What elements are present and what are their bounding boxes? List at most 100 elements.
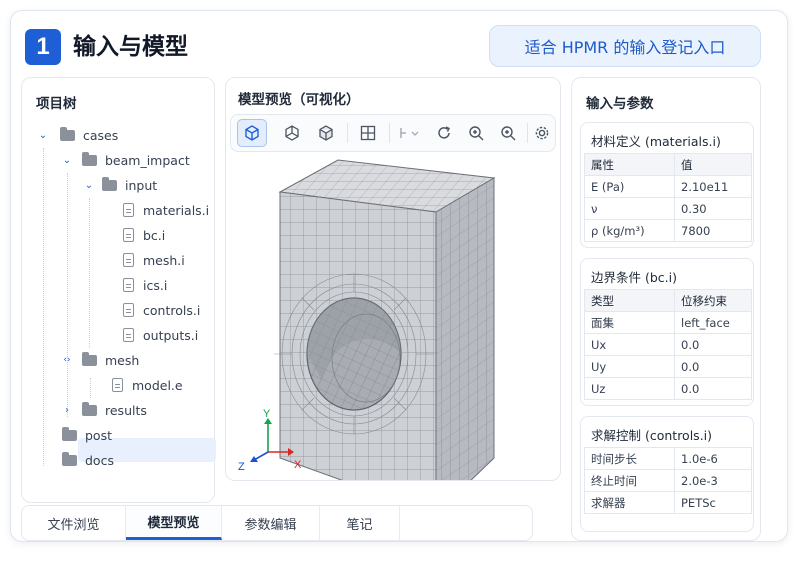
param-value[interactable]: 0.30 [674, 197, 752, 220]
tree-item-controls[interactable]: controls.i [123, 299, 200, 321]
param-value[interactable]: 0.0 [674, 333, 752, 356]
slice-dropdown[interactable] [393, 119, 427, 147]
tree-item-mesh-i[interactable]: mesh.i [123, 249, 185, 271]
tab-param-editor[interactable]: 参数编辑 [222, 506, 320, 540]
view-3d-icon [245, 125, 259, 141]
param-key: 面集 [584, 311, 675, 334]
view-front-icon [285, 125, 299, 141]
tree-item-cases[interactable]: ⌄ cases [36, 124, 118, 146]
chevron-down-icon[interactable]: ⌄ [36, 130, 50, 141]
page-title: 输入与模型 [73, 34, 188, 60]
param-key: Ux [584, 333, 675, 356]
table-row[interactable]: 面集 left_face [584, 311, 752, 334]
file-icon [123, 253, 134, 267]
view-front-button[interactable] [277, 119, 307, 147]
tree-item-mesh[interactable]: ‹› mesh [60, 349, 139, 371]
zoom-in-button[interactable] [461, 119, 491, 147]
table-header-row: 类型 位移约束 [584, 289, 752, 312]
zoom-in-icon [469, 126, 484, 141]
param-key: Uy [584, 355, 675, 378]
tree-item-outputs[interactable]: outputs.i [123, 324, 198, 346]
param-value[interactable]: PETSc [674, 491, 752, 514]
tree-item-input[interactable]: ⌄ input [82, 174, 157, 196]
tree-item-label: mesh.i [143, 252, 185, 268]
param-value[interactable]: 1.0e-6 [674, 447, 752, 470]
param-value[interactable]: 2.0e-3 [674, 469, 752, 492]
tab-notes[interactable]: 笔记 [320, 506, 400, 540]
param-value[interactable]: 2.10e11 [674, 175, 752, 198]
expand-toggle-icon[interactable]: ‹› [60, 355, 74, 365]
tab-model-preview[interactable]: 模型预览 [126, 506, 222, 540]
grid-icon [360, 125, 376, 141]
header-info-pill: 适合 HPMR 的输入登记入口 [489, 25, 761, 67]
tab-file-browser[interactable]: 文件浏览 [22, 506, 126, 540]
param-key: Uz [584, 377, 675, 400]
table-row[interactable]: E (Pa) 2.10e11 [584, 175, 752, 198]
tree-item-results[interactable]: › results [60, 399, 147, 421]
tree-item-ics[interactable]: ics.i [123, 274, 167, 296]
zoom-out-button[interactable] [493, 119, 523, 147]
tree-item-bc[interactable]: bc.i [123, 224, 165, 246]
table-row[interactable]: Ux 0.0 [584, 333, 752, 356]
param-value[interactable]: left_face [674, 311, 752, 334]
tree-item-materials[interactable]: materials.i [123, 199, 209, 221]
tree-item-label: beam_impact [105, 152, 190, 168]
param-value[interactable]: 7800 [674, 219, 752, 242]
tree-item-label: controls.i [143, 302, 201, 318]
model-preview-panel: 模型预览（可视化） Y X Z [225, 77, 561, 481]
file-icon [123, 303, 134, 317]
table-header-cell: 属性 [584, 153, 675, 176]
tree-item-post[interactable]: post [52, 424, 112, 446]
chevron-right-icon[interactable]: › [60, 405, 74, 416]
tree-item-label: docs [85, 452, 114, 468]
bc-table: 类型 位移约束 面集 left_face Ux 0.0 Uy 0.0 Uz 0.0 [584, 289, 752, 400]
chevron-down-icon[interactable]: ⌄ [82, 180, 96, 191]
tree-item-beam-impact[interactable]: ⌄ beam_impact [60, 149, 190, 171]
viewer-toolbar [230, 114, 556, 152]
file-icon [112, 378, 123, 392]
view-side-button[interactable] [311, 119, 341, 147]
param-key: E (Pa) [584, 175, 675, 198]
tree-item-label: cases [83, 127, 119, 143]
folder-icon [60, 126, 75, 141]
materials-section-title: 材料定义 (materials.i) [591, 134, 721, 149]
axis-z-label: Z [238, 461, 245, 473]
tree-item-label: bc.i [143, 227, 166, 243]
table-row[interactable]: 终止时间 2.0e-3 [584, 469, 752, 492]
folder-icon [82, 151, 97, 166]
table-header-row: 属性值 [584, 153, 752, 176]
table-row[interactable]: 时间步长 1.0e-6 [584, 447, 752, 470]
settings-button[interactable] [529, 119, 555, 147]
tree-item-label: mesh [105, 352, 140, 368]
step-badge: 1 [25, 29, 61, 65]
params-title: 输入与参数 [586, 96, 654, 112]
tree-item-label: input [125, 177, 158, 193]
tree-item-label: results [105, 402, 147, 418]
param-key: ν [584, 197, 675, 220]
table-row[interactable]: ρ (kg/m³) 7800 [584, 219, 752, 242]
table-row[interactable]: Uy 0.0 [584, 355, 752, 378]
grid-button[interactable] [353, 119, 383, 147]
view-3d-button[interactable] [237, 119, 267, 147]
table-row[interactable]: ν 0.30 [584, 197, 752, 220]
param-value[interactable]: 0.0 [674, 355, 752, 378]
file-icon [123, 278, 134, 292]
file-icon [123, 203, 134, 217]
file-icon [123, 328, 134, 342]
param-key: ρ (kg/m³) [584, 219, 675, 242]
folder-icon [62, 426, 77, 441]
tree-item-label: post [85, 427, 112, 443]
tree-item-model-e[interactable]: model.e [112, 374, 183, 396]
bc-section: 边界条件 (bc.i) 类型 位移约束 面集 left_face Ux 0.0 Uy 0… [580, 258, 754, 406]
rotate-button[interactable] [429, 119, 459, 147]
table-row[interactable]: 求解器 PETSc [584, 491, 752, 514]
param-key: 时间步长 [584, 447, 675, 470]
controls-table: 时间步长 1.0e-6 终止时间 2.0e-3 求解器 PETSc [584, 447, 752, 514]
tree-item-docs[interactable]: docs [52, 449, 114, 471]
axis-x-label: X [294, 459, 302, 471]
chevron-down-icon[interactable]: ⌄ [60, 155, 74, 166]
folder-icon [62, 451, 77, 466]
table-row[interactable]: Uz 0.0 [584, 377, 752, 400]
param-value[interactable]: 0.0 [674, 377, 752, 400]
controls-section: 求解控制 (controls.i) 时间步长 1.0e-6 终止时间 2.0e-3 … [580, 416, 754, 532]
